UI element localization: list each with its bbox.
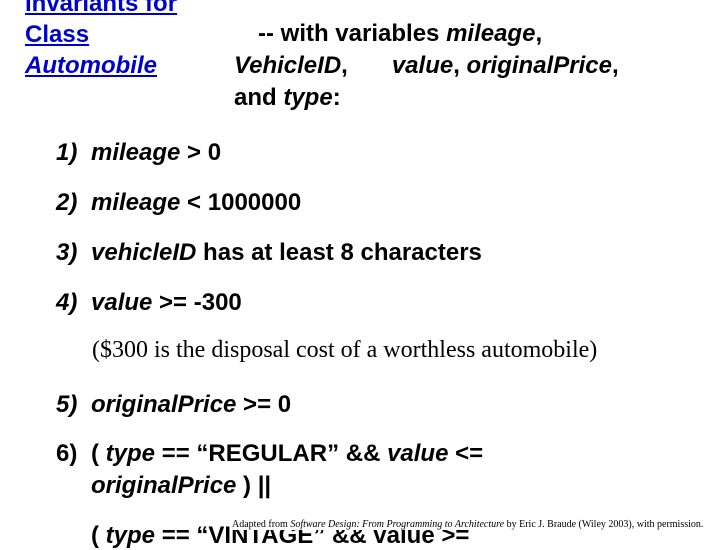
title-line-2: Class — [25, 21, 90, 48]
var-value: value — [391, 52, 454, 79]
invariant-2: 2) mileage < 1000000 — [56, 187, 301, 218]
invariant-5: 5) originalPrice >= 0 — [56, 389, 291, 420]
intro-text: -- with variables mileage, VehicleID, val… — [234, 18, 704, 114]
title-line-1: Invariants for — [25, 0, 178, 17]
comma: , — [341, 52, 348, 79]
credit-prefix: Adapted from — [232, 519, 291, 530]
paren: ( — [91, 522, 106, 549]
colon: : — [332, 84, 341, 111]
credit-suffix: by Eric J. Braude (Wiley 2003), with per… — [504, 519, 704, 530]
item-condition: >= 0 — [236, 391, 292, 418]
title-line-3: Automobile — [25, 52, 157, 79]
item-var: mileage — [91, 189, 181, 216]
item-condition: < 1000000 — [180, 189, 302, 216]
invariant-6-line-2: originalPrice ) || — [91, 472, 271, 500]
credit-footer: Adapted from Software Design: From Progr… — [230, 519, 706, 530]
item-condition: ) || — [236, 472, 272, 499]
credit-book: Software Design: From Programming to Arc… — [290, 519, 505, 530]
comma: , — [453, 52, 467, 79]
intro-prefix: -- with variables — [258, 20, 447, 47]
invariant-1: 1) mileage > 0 — [56, 137, 221, 168]
disposal-note: ($300 is the disposal cost of a worthles… — [92, 337, 598, 363]
item-condition: > 0 — [180, 139, 222, 166]
item-number: 6) — [56, 440, 78, 467]
item-condition: <= — [448, 440, 484, 467]
item-var: value — [91, 289, 153, 316]
item-number: 1) — [56, 139, 78, 166]
item-var: type — [105, 522, 156, 549]
invariant-4: 4) value >= -300 — [56, 287, 242, 318]
item-var: originalPrice — [91, 391, 237, 418]
item-number: 5) — [56, 391, 78, 418]
item-var: value — [387, 440, 449, 467]
item-var: type — [105, 440, 156, 467]
paren: ( — [91, 440, 106, 467]
var-type: type — [283, 84, 333, 111]
item-condition: has at least 8 characters — [196, 239, 482, 266]
item-condition: >= -300 — [152, 289, 242, 316]
item-condition: == “REGULAR” && — [155, 440, 388, 467]
item-var: vehicleID — [91, 239, 197, 266]
item-var: mileage — [91, 139, 181, 166]
title-link[interactable]: Invariants for Class Automobile — [25, 0, 177, 81]
var-originalprice: originalPrice — [466, 52, 612, 79]
invariant-6: 6) ( type == “REGULAR” && value <= — [56, 438, 483, 469]
intro-and: and — [234, 84, 284, 111]
item-number: 4) — [56, 289, 78, 316]
comma: , — [611, 52, 619, 79]
invariant-3: 3) vehicleID has at least 8 characters — [56, 237, 482, 268]
comma: , — [535, 20, 543, 47]
var-mileage: mileage — [446, 20, 536, 47]
var-vehicleid: VehicleID — [234, 52, 342, 79]
item-number: 3) — [56, 239, 78, 266]
item-number: 2) — [56, 189, 78, 216]
item-var: originalPrice — [91, 472, 237, 499]
